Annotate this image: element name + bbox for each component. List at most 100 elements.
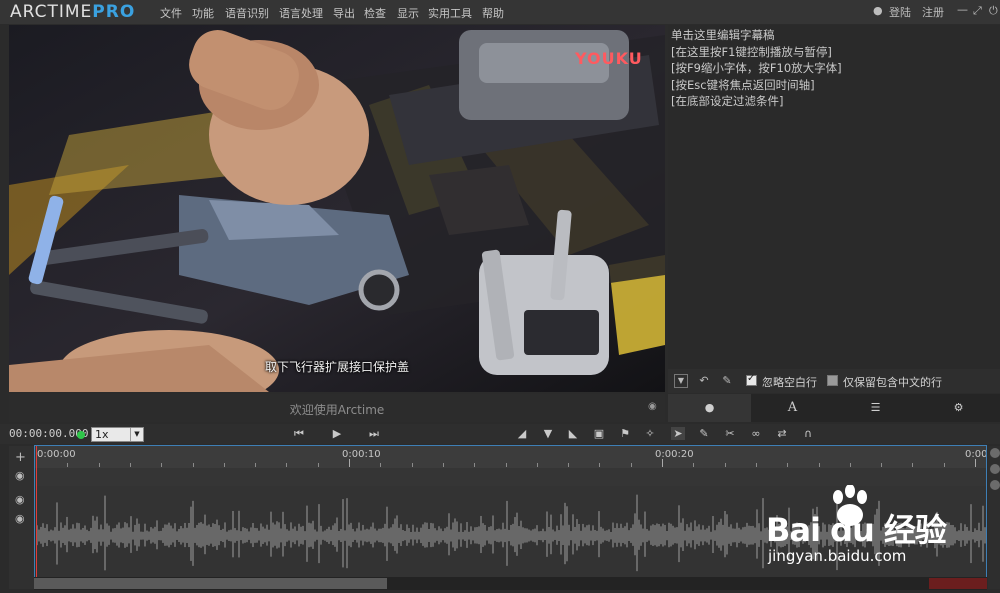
ruler-tick xyxy=(944,463,945,467)
scrollbar-thumb[interactable] xyxy=(34,578,387,589)
ruler-tick xyxy=(130,463,131,467)
eye-icon[interactable]: ◉ xyxy=(648,401,657,412)
ruler-tick xyxy=(662,459,663,467)
subtitle-track[interactable] xyxy=(35,468,986,486)
magnet-icon[interactable]: ∩ xyxy=(801,427,815,440)
editor-line[interactable]: [按F9缩小字体，按F10放大字体] xyxy=(671,60,997,77)
register-link[interactable]: 注册 xyxy=(922,4,944,20)
prev-icon[interactable]: ⏮ xyxy=(292,427,306,441)
play-icon[interactable]: ▶ xyxy=(330,427,344,440)
welcome-bar: 欢迎使用Arctime ◉ xyxy=(9,394,665,422)
eye-icon[interactable]: ◉ xyxy=(15,493,25,506)
speed-value: 1x xyxy=(95,428,109,441)
menu-tools[interactable]: 实用工具 xyxy=(428,5,472,21)
magic-wand-icon[interactable]: ✧ xyxy=(643,427,657,440)
ignore-empty-label: 忽略空白行 xyxy=(762,376,817,389)
cursor-icon[interactable]: ➤ xyxy=(671,427,685,440)
minimize-icon[interactable]: — xyxy=(957,3,968,16)
chinese-only-checkbox[interactable] xyxy=(827,375,838,386)
speed-select[interactable]: 1x ▼ xyxy=(91,427,144,442)
tab-subtitle-editor[interactable]: ● xyxy=(668,394,751,422)
playback-controls: 00:00:00.000 1x ▼ ⏮ ▶ ⏭ ◢ ▼ ◣ ▣ ⚑ ✧ ➤ ✎ ✂… xyxy=(0,424,1000,444)
ruler-label: 0:00: xyxy=(965,449,987,460)
zoom-knob-icon[interactable] xyxy=(990,464,1000,474)
mark-out-icon[interactable]: ◣ xyxy=(566,427,580,440)
next-icon[interactable]: ⏭ xyxy=(367,427,381,441)
maximize-icon[interactable]: ⤢ xyxy=(973,4,982,18)
menu-function[interactable]: 功能 xyxy=(192,5,214,21)
mark-down-icon[interactable]: ▼ xyxy=(541,427,555,440)
list-icon: ☰ xyxy=(870,401,881,414)
undo-icon[interactable]: ↶ xyxy=(697,374,711,388)
script-editor[interactable]: 单击这里编辑字幕稿 [在这里按F1键控制播放与暂停] [按F9缩小字体，按F10… xyxy=(668,25,1000,369)
ruler-tick xyxy=(631,463,632,467)
editor-line[interactable]: [按Esc键将焦点返回时间轴] xyxy=(671,77,997,94)
editor-line[interactable]: 单击这里编辑字幕稿 xyxy=(671,27,997,44)
login-link[interactable]: 登陆 xyxy=(889,4,911,20)
ruler-tick xyxy=(474,463,475,467)
scrollbar-end-marker xyxy=(929,578,987,589)
ruler-tick xyxy=(99,463,100,467)
zoom-knob-icon[interactable] xyxy=(990,480,1000,490)
camera-icon[interactable]: ▣ xyxy=(592,427,606,440)
ruler-tick xyxy=(756,463,757,467)
timeline-side-controls xyxy=(988,446,1000,589)
ruler-tick xyxy=(599,463,600,467)
menu-speech-recognition[interactable]: 语音识别 xyxy=(225,5,269,21)
chevron-down-icon: ▼ xyxy=(130,428,143,441)
editor-toolbar: ▼ ↶ ✎ 忽略空白行 仅保留包含中文的行 xyxy=(668,369,1000,393)
ruler-tick xyxy=(537,463,538,467)
welcome-text: 欢迎使用Arctime xyxy=(289,403,385,417)
logo-pro: PRO xyxy=(92,2,136,22)
app-logo: ARCTIMEPRO xyxy=(10,2,135,22)
tab-settings[interactable]: ⚙ xyxy=(917,394,1000,422)
tab-font[interactable]: A xyxy=(751,394,834,422)
power-icon[interactable]: ⏻ xyxy=(989,4,998,18)
font-icon: A xyxy=(787,400,798,415)
ruler-tick xyxy=(380,463,381,467)
eye-icon[interactable]: ◉ xyxy=(15,469,25,482)
menu-check[interactable]: 检查 xyxy=(364,5,386,21)
edit-icon[interactable]: ✎ xyxy=(697,427,711,440)
user-icon: ● xyxy=(873,4,883,17)
baidu-watermark: Bai du 经验 jingyan.baidu.com xyxy=(756,485,986,575)
swap-icon[interactable]: ⇄ xyxy=(775,427,789,440)
bookmark-icon[interactable]: ⚑ xyxy=(618,427,632,440)
menu-export[interactable]: 导出 xyxy=(333,5,355,21)
ruler-label: 0:00:00 xyxy=(37,449,76,460)
menu-view[interactable]: 显示 xyxy=(397,5,419,21)
menu-help[interactable]: 帮助 xyxy=(482,5,504,21)
tab-list[interactable]: ☰ xyxy=(834,394,917,422)
ruler-tick xyxy=(568,463,569,467)
ruler-tick xyxy=(725,463,726,467)
timeline-scrollbar[interactable] xyxy=(34,577,987,590)
eye-icon[interactable]: ◉ xyxy=(15,512,25,525)
editor-line[interactable]: [在底部设定过滤条件] xyxy=(671,93,997,110)
logo-main: ARCTIME xyxy=(10,2,93,22)
ruler-tick xyxy=(255,463,256,467)
ruler-tick xyxy=(193,463,194,467)
video-preview[interactable]: YOUKU 取下飞行器扩展接口保护盖 xyxy=(9,25,665,392)
ruler-tick xyxy=(819,463,820,467)
watermark-brand: Bai du 经验 xyxy=(766,511,947,549)
ruler-tick xyxy=(506,463,507,467)
editor-line[interactable]: [在这里按F1键控制播放与暂停] xyxy=(671,44,997,61)
time-ruler[interactable]: 0:00:00 0:00:10 0:00:20 0:00: xyxy=(35,446,986,468)
scissors-icon[interactable]: ✂ xyxy=(723,427,737,440)
ignore-empty-checkbox[interactable] xyxy=(746,373,757,386)
menubar: ARCTIMEPRO 文件 功能 语音识别 语言处理 导出 检查 显示 实用工具… xyxy=(0,0,1000,24)
watermark-url: jingyan.baidu.com xyxy=(768,547,907,565)
video-subtitle: 取下飞行器扩展接口保护盖 xyxy=(264,360,409,374)
add-track-icon[interactable]: + xyxy=(15,450,26,465)
ruler-tick xyxy=(881,463,882,467)
menu-language-processing[interactable]: 语言处理 xyxy=(279,5,323,21)
zoom-knob-icon[interactable] xyxy=(990,448,1000,458)
mark-in-icon[interactable]: ◢ xyxy=(515,427,529,440)
link-icon[interactable]: ∞ xyxy=(749,427,763,440)
ruler-tick xyxy=(975,459,976,467)
collapse-icon[interactable]: ▼ xyxy=(674,374,688,388)
pencil-icon[interactable]: ✎ xyxy=(720,374,734,388)
chinese-only-label: 仅保留包含中文的行 xyxy=(843,376,942,389)
playhead[interactable] xyxy=(36,446,37,589)
menu-file[interactable]: 文件 xyxy=(160,5,182,21)
